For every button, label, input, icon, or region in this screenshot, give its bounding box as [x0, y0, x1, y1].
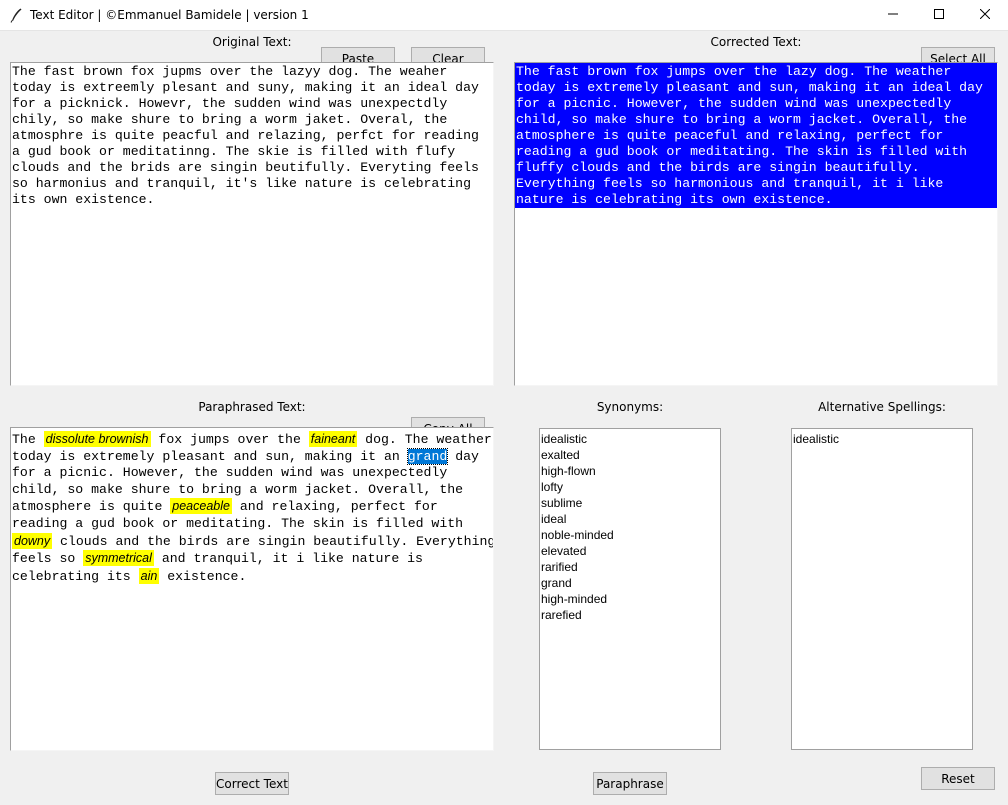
- title-bar: Text Editor | ©Emmanuel Bamidele | versi…: [0, 0, 1008, 31]
- close-icon: [979, 8, 991, 22]
- paraphrase-line: atmosphere is quite peaceable and relaxi…: [12, 498, 438, 515]
- paraphrase-line: reading a gud book or meditating. The sk…: [12, 515, 464, 531]
- paraphrased-text-content: The dissolute brownish fox jumps over th…: [11, 428, 493, 585]
- synonym-item[interactable]: rarefied: [540, 607, 720, 623]
- paraphrase-button[interactable]: Paraphrase: [593, 772, 667, 795]
- synonyms-listbox[interactable]: idealistic exalted high-flown lofty subl…: [539, 428, 721, 750]
- maximize-button[interactable]: [916, 0, 962, 30]
- highlighted-word[interactable]: dissolute brownish: [43, 431, 151, 447]
- original-text-content: The fast brown fox jupms over the lazyy …: [12, 64, 479, 207]
- synonym-item[interactable]: lofty: [540, 479, 720, 495]
- paraphrased-text-area[interactable]: The dissolute brownish fox jumps over th…: [10, 427, 494, 751]
- paraphrase-line: The dissolute brownish fox jumps over th…: [12, 431, 492, 447]
- highlighted-word[interactable]: ain: [138, 567, 160, 584]
- corrected-text-content: The fast brown fox jumps over the lazy d…: [515, 63, 997, 208]
- paraphrased-text-label: Paraphrased Text:: [198, 400, 306, 414]
- paraphrase-line: downy clouds and the birds are singin be…: [12, 532, 494, 549]
- synonym-item[interactable]: idealistic: [540, 431, 720, 447]
- paraphrase-line: feels so symmetrical and tranquil, it i …: [12, 550, 423, 567]
- synonym-item[interactable]: elevated: [540, 543, 720, 559]
- minimize-button[interactable]: [870, 0, 916, 30]
- synonym-item[interactable]: ideal: [540, 511, 720, 527]
- synonym-item[interactable]: rarified: [540, 559, 720, 575]
- alternative-spellings-label: Alternative Spellings:: [818, 400, 946, 414]
- maximize-icon: [934, 8, 944, 22]
- corrected-text-label: Corrected Text:: [710, 35, 802, 49]
- paraphrase-line: child, so make shure to bring a worm jac…: [12, 481, 464, 497]
- highlighted-word[interactable]: peaceable: [170, 498, 232, 515]
- paraphrase-line: for a picnic. However, the sudden wind w…: [12, 465, 448, 481]
- synonym-item[interactable]: grand: [540, 575, 720, 591]
- correct-text-button[interactable]: Correct Text: [215, 772, 289, 795]
- synonym-item[interactable]: high-flown: [540, 463, 720, 479]
- paraphrase-line: today is extremely pleasant and sun, mak…: [12, 447, 479, 465]
- highlighted-word[interactable]: downy: [12, 532, 53, 549]
- synonym-item[interactable]: noble-minded: [540, 527, 720, 543]
- alternative-spellings-listbox[interactable]: idealistic: [791, 428, 973, 750]
- original-text-area[interactable]: The fast brown fox jupms over the lazyy …: [10, 62, 494, 386]
- alternative-spelling-item[interactable]: idealistic: [792, 431, 972, 447]
- highlighted-word[interactable]: faineant: [308, 431, 358, 447]
- synonym-item[interactable]: high-minded: [540, 591, 720, 607]
- original-text-label: Original Text:: [212, 35, 292, 49]
- synonym-item[interactable]: sublime: [540, 495, 720, 511]
- corrected-text-area[interactable]: The fast brown fox jumps over the lazy d…: [514, 62, 998, 386]
- selected-word[interactable]: grand: [406, 447, 449, 465]
- feather-pen-icon: [8, 7, 24, 23]
- highlighted-word[interactable]: symmetrical: [83, 550, 154, 567]
- reset-button[interactable]: Reset: [921, 767, 995, 790]
- synonyms-label: Synonyms:: [596, 400, 664, 414]
- minimize-icon: [888, 8, 898, 22]
- paraphrase-line: celebrating its ain existence.: [12, 567, 247, 584]
- window-title: Text Editor | ©Emmanuel Bamidele | versi…: [30, 8, 309, 22]
- synonym-item[interactable]: exalted: [540, 447, 720, 463]
- close-button[interactable]: [962, 0, 1008, 30]
